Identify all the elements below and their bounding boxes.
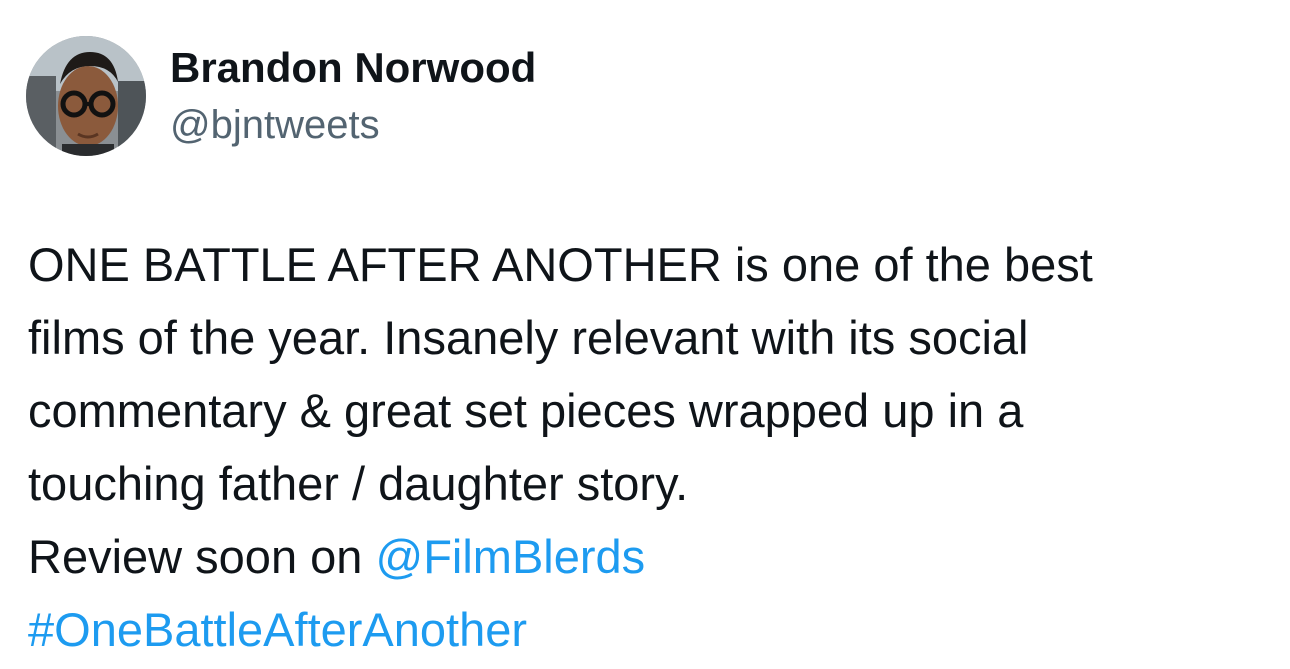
author-handle[interactable]: @bjntweets [170, 100, 536, 150]
avatar-image [26, 36, 146, 156]
author-display-name[interactable]: Brandon Norwood [170, 42, 536, 94]
tweet-text-line: ONE BATTLE AFTER ANOTHER is one of the b… [28, 238, 1093, 291]
hashtag-link[interactable]: #OneBattleAfterAnother [28, 603, 527, 656]
mention-link[interactable]: @FilmBlerds [375, 530, 645, 583]
tweet-text: ONE BATTLE AFTER ANOTHER is one of the b… [28, 228, 1278, 666]
avatar[interactable] [26, 36, 146, 156]
review-line: Review soon on @FilmBlerds [28, 520, 1278, 593]
tweet-text-line: touching father / daughter story. [28, 457, 689, 510]
review-prefix: Review soon on [28, 530, 376, 583]
author-names: Brandon Norwood @bjntweets [170, 42, 536, 150]
hashtag-line: #OneBattleAfterAnother [28, 593, 1278, 666]
tweet-card: Brandon Norwood @bjntweets ONE BATTLE AF… [0, 0, 1290, 669]
tweet-header: Brandon Norwood @bjntweets [26, 36, 536, 156]
tweet-text-line: commentary & great set pieces wrapped up… [28, 384, 1024, 437]
tweet-text-line: films of the year. Insanely relevant wit… [28, 311, 1029, 364]
